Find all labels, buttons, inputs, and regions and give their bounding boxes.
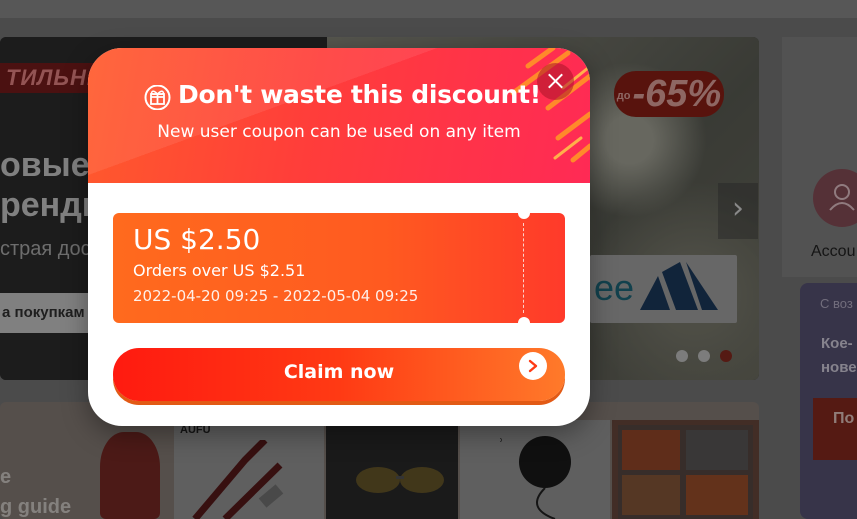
modal-title: Don't waste this discount! bbox=[178, 80, 541, 109]
coupon-amount: US $2.50 bbox=[133, 223, 261, 256]
claim-now-button[interactable]: Claim now bbox=[113, 348, 565, 401]
coupon-modal: Don't waste this discount! New user coup… bbox=[88, 48, 590, 426]
modal-header: Don't waste this discount! New user coup… bbox=[88, 48, 590, 183]
claim-now-label: Claim now bbox=[283, 361, 395, 383]
coupon-perforation bbox=[523, 223, 524, 313]
gift-icon bbox=[144, 85, 171, 110]
coupon-validity: 2022-04-20 09:25 - 2022-05-04 09:25 bbox=[133, 287, 419, 305]
coupon-card: US $2.50 Orders over US $2.51 2022-04-20… bbox=[113, 213, 565, 323]
close-icon[interactable] bbox=[537, 63, 574, 100]
coupon-notch-top bbox=[518, 213, 530, 219]
coupon-notch-bottom bbox=[518, 317, 530, 323]
modal-subtitle: New user coupon can be used on any item bbox=[157, 122, 521, 142]
chevron-right-icon bbox=[519, 352, 547, 380]
coupon-condition: Orders over US $2.51 bbox=[133, 261, 306, 280]
